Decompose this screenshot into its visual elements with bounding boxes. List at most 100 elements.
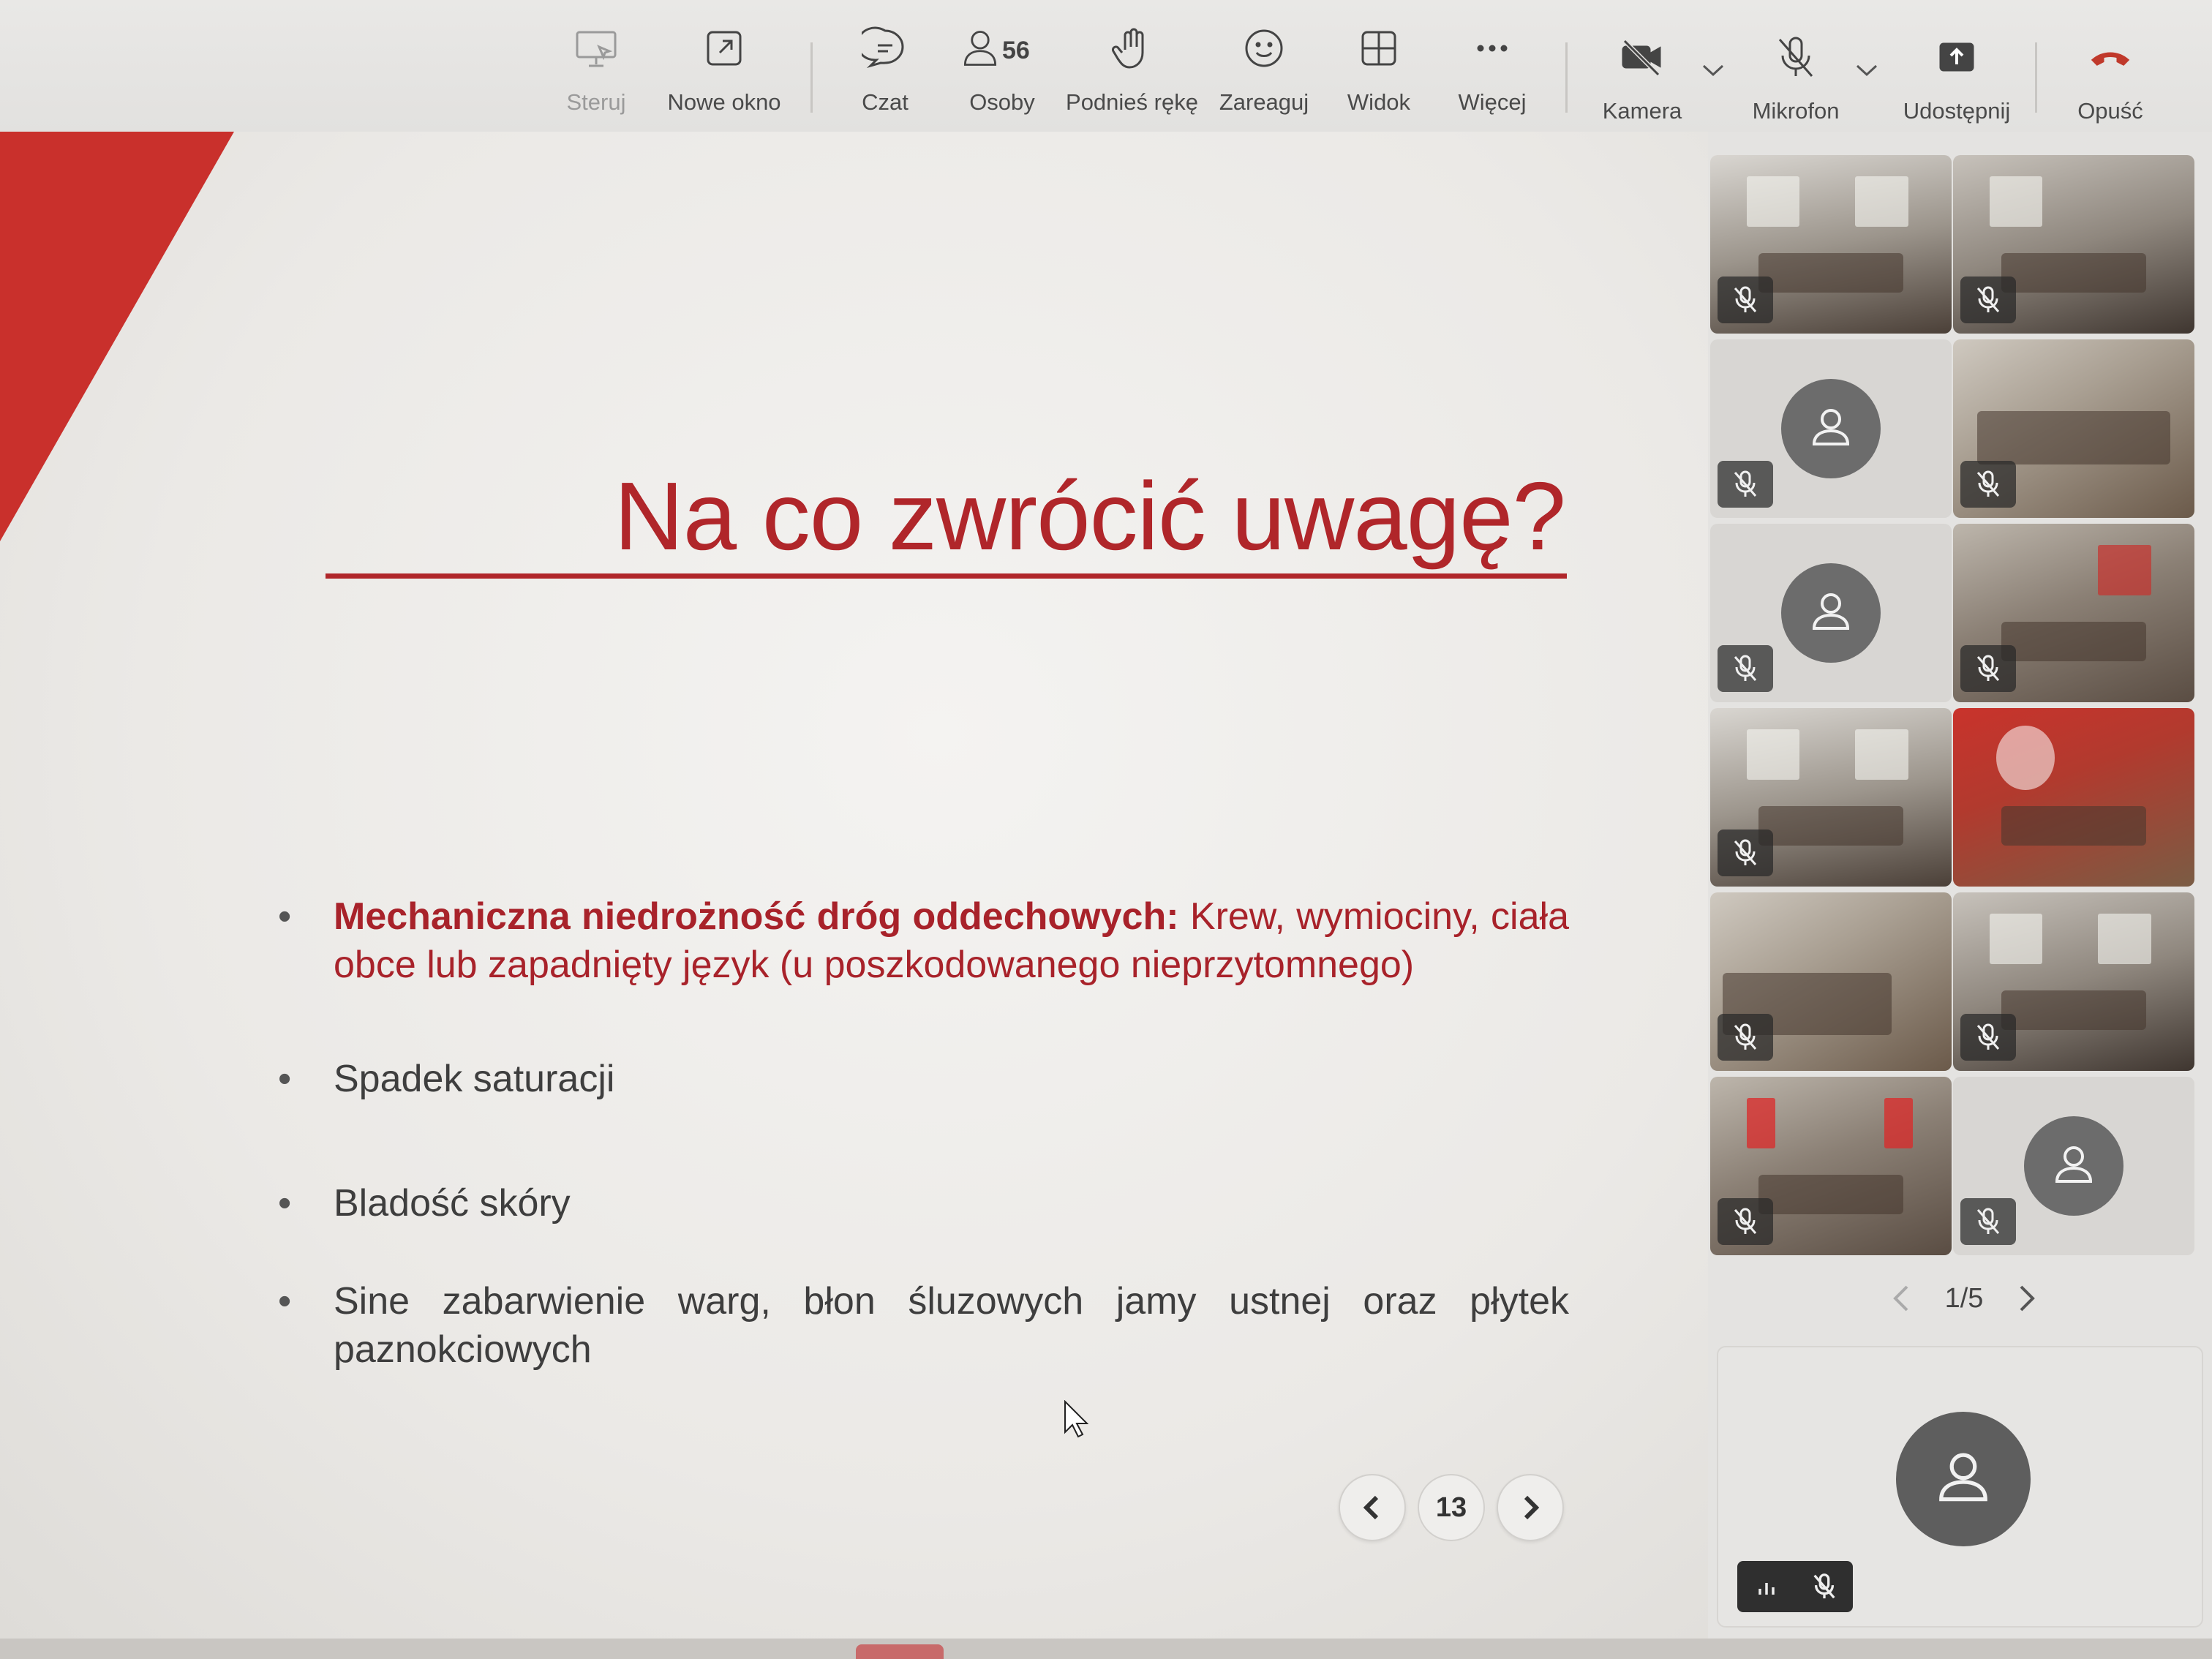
muted-badge	[1718, 276, 1773, 323]
gallery-next-button[interactable]	[2017, 1284, 2037, 1313]
muted-badge	[1718, 830, 1773, 876]
chat-button[interactable]: Czat	[856, 22, 914, 124]
room-table	[1977, 410, 2170, 464]
meeting-toolbar: Steruj Nowe okno Czat 56 Osoby Podnieś r…	[0, 0, 2212, 132]
room-table	[2001, 990, 2146, 1030]
microphone-button[interactable]: Mikrofon	[1741, 31, 1851, 133]
avatar	[1896, 1412, 2031, 1546]
person-icon	[958, 22, 1002, 75]
bullet-item: Spadek saturacji	[278, 1055, 1569, 1103]
participant-video-tile[interactable]	[1710, 708, 1952, 887]
slide-decoration	[0, 132, 234, 541]
participant-video-tile[interactable]	[1710, 892, 1952, 1071]
room-window	[1855, 729, 1908, 780]
camera-label: Kamera	[1602, 98, 1682, 124]
muted-badge	[1960, 461, 2016, 508]
raise-hand-button[interactable]: Podnieś rękę	[1064, 22, 1200, 124]
self-view-controls	[1737, 1561, 1853, 1612]
room-window	[1746, 729, 1800, 780]
leave-button[interactable]: Opuść	[2070, 31, 2151, 133]
camera-off-icon	[1619, 31, 1666, 83]
room-table	[1758, 253, 1903, 293]
microphone-off-icon	[1734, 1023, 1757, 1050]
microphone-off-icon	[1734, 655, 1757, 681]
ellipsis-icon	[1469, 22, 1516, 75]
participant-avatar-tile[interactable]	[1953, 1077, 2194, 1255]
microphone-label: Mikrofon	[1752, 98, 1840, 124]
external-window-icon	[701, 22, 748, 75]
smiley-icon	[1241, 22, 1287, 75]
microphone-off-icon	[1772, 31, 1819, 83]
muted-badge	[1718, 1014, 1773, 1061]
microphone-off-icon[interactable]	[1810, 1573, 1838, 1600]
people-button[interactable]: 56 Osoby	[958, 22, 1046, 124]
next-slide-button[interactable]	[1497, 1474, 1564, 1541]
person-icon	[1812, 593, 1850, 630]
self-view-tile[interactable]	[1717, 1346, 2203, 1628]
gallery-page-indicator: 1/5	[1944, 1282, 1984, 1314]
participant-video-tile[interactable]	[1953, 892, 2194, 1071]
chevron-down-icon	[1702, 64, 1724, 77]
room-window	[1746, 176, 1800, 227]
chat-bubble-icon	[862, 22, 908, 75]
microphone-off-icon	[1976, 1208, 2000, 1234]
room-table	[1758, 806, 1903, 846]
raise-hand-label: Podnieś rękę	[1066, 89, 1198, 115]
avatar	[1781, 563, 1881, 663]
new-window-button[interactable]: Nowe okno	[662, 22, 786, 124]
microphone-off-icon	[1734, 839, 1757, 865]
room-flag	[2098, 545, 2151, 595]
hang-up-icon	[2087, 31, 2134, 83]
participant-video-tile[interactable]	[1710, 155, 1952, 334]
gallery-previous-button[interactable]	[1891, 1284, 1911, 1313]
chevron-down-icon	[1856, 64, 1878, 77]
participant-video-tile[interactable]	[1953, 708, 2194, 887]
muted-badge	[1960, 276, 2016, 323]
bullet-item: Sine zabarwienie warg, błon śluzowych ja…	[278, 1277, 1569, 1374]
bullet-item: Mechaniczna niedrożność dróg oddechowych…	[278, 892, 1569, 989]
participant-video-tile[interactable]	[1953, 155, 2194, 334]
shared-slide: Na co zwrócić uwagę? Mechaniczna niedroż…	[0, 132, 1708, 1639]
new-window-label: Nowe okno	[667, 89, 781, 115]
participants-gallery: 1/5	[1708, 132, 2212, 1639]
participant-video-tile[interactable]	[1953, 339, 2194, 518]
share-button[interactable]: Udostępnij	[1898, 31, 2015, 133]
view-button[interactable]: Widok	[1342, 22, 1415, 124]
grid-layout-icon	[1355, 22, 1402, 75]
mouse-pointer-icon	[1064, 1399, 1089, 1442]
chevron-right-icon	[1524, 1495, 1540, 1520]
participant-video-tile[interactable]	[1953, 524, 2194, 702]
microphone-off-icon	[1976, 1023, 2000, 1050]
room-window	[2098, 914, 2151, 964]
room-table	[1758, 1175, 1903, 1214]
screen-pointer-icon	[573, 22, 620, 75]
chat-label: Czat	[862, 89, 908, 115]
more-button[interactable]: Więcej	[1456, 22, 1529, 124]
muted-badge	[1718, 1198, 1773, 1245]
microphone-off-icon	[1976, 655, 2000, 681]
room-table	[2001, 622, 2146, 661]
microphone-off-icon	[1734, 286, 1757, 312]
participant-video-tile[interactable]	[1710, 1077, 1952, 1255]
room-window	[1989, 176, 2043, 227]
participant-avatar-tile[interactable]	[1710, 524, 1952, 702]
react-button[interactable]: Zareaguj	[1216, 22, 1312, 124]
control-button[interactable]: Steruj	[563, 22, 629, 124]
camera-options-chevron[interactable]	[1701, 61, 1726, 83]
microphone-off-icon	[1734, 470, 1757, 497]
avatar	[2024, 1116, 2123, 1216]
room-table	[2001, 253, 2146, 293]
bullet-text: Sine zabarwienie warg, błon śluzowych ja…	[334, 1280, 1569, 1371]
chevron-right-icon	[2020, 1285, 2035, 1312]
participant-avatar-tile[interactable]	[1710, 339, 1952, 518]
camera-button[interactable]: Kamera	[1595, 31, 1690, 133]
previous-slide-button[interactable]	[1339, 1474, 1406, 1541]
leave-label: Opuść	[2077, 98, 2143, 124]
microphone-options-chevron[interactable]	[1854, 61, 1879, 83]
react-label: Zareaguj	[1219, 89, 1309, 115]
slide-title: Na co zwrócić uwagę?	[614, 462, 1566, 570]
share-screen-icon	[1933, 31, 1980, 83]
muted-badge	[1718, 645, 1773, 692]
person-icon	[2055, 1146, 2093, 1183]
taskbar-app-indicator[interactable]	[856, 1644, 944, 1659]
